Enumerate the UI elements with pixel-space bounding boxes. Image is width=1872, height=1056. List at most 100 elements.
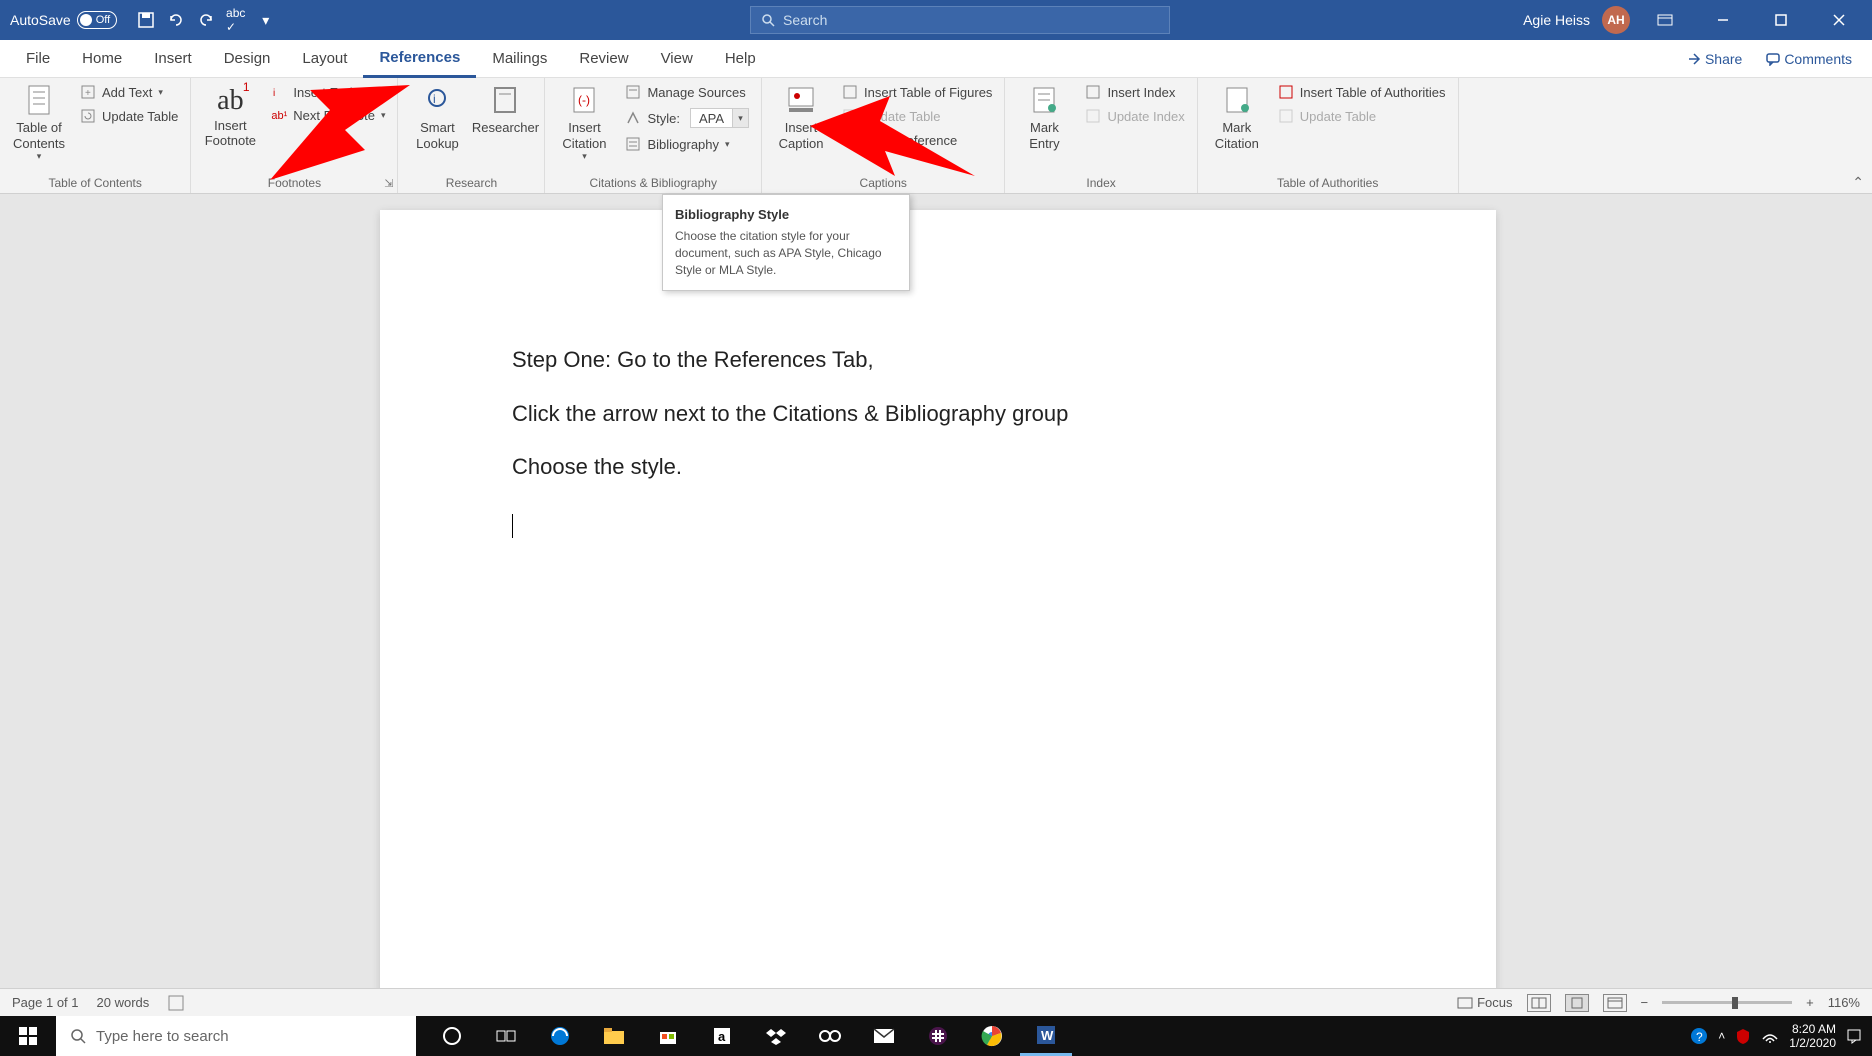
security-icon[interactable]: [1735, 1028, 1751, 1044]
tab-help[interactable]: Help: [709, 40, 772, 78]
search-box[interactable]: Search: [750, 6, 1170, 34]
collapse-ribbon-icon[interactable]: ⌃: [1852, 174, 1864, 191]
toc-button[interactable]: Table of Contents ▾: [8, 82, 70, 164]
update-icon: [1278, 108, 1294, 124]
redo-icon[interactable]: [197, 11, 215, 29]
tab-file[interactable]: File: [10, 40, 66, 78]
tab-mailings[interactable]: Mailings: [476, 40, 563, 78]
undo-icon[interactable]: [167, 11, 185, 29]
spellcheck-icon[interactable]: abc✓: [227, 11, 245, 29]
file-explorer-icon[interactable]: [588, 1016, 640, 1056]
update-icon: [80, 108, 96, 124]
tooltip-body: Choose the citation style for your docum…: [675, 228, 897, 278]
tray-chevron-icon[interactable]: ˄: [1718, 1029, 1725, 1043]
page-indicator[interactable]: Page 1 of 1: [12, 995, 79, 1010]
mark-entry-button[interactable]: Mark Entry: [1013, 82, 1075, 153]
title-right: Agie Heiss AH: [1513, 0, 1872, 40]
document-page[interactable]: Step One: Go to the References Tab, Clic…: [380, 210, 1496, 988]
edge-icon[interactable]: [534, 1016, 586, 1056]
minimize-icon[interactable]: [1700, 0, 1746, 40]
maximize-icon[interactable]: [1758, 0, 1804, 40]
notifications-icon[interactable]: [1846, 1028, 1862, 1044]
insert-index-button[interactable]: Insert Index: [1081, 82, 1188, 102]
start-button[interactable]: [0, 1016, 56, 1056]
add-text-button[interactable]: + Add Text ▾: [76, 82, 182, 102]
taskbar: Type here to search a W ? ˄ 8:20 AM 1/2/…: [0, 1016, 1872, 1056]
zoom-slider[interactable]: [1662, 1001, 1792, 1004]
group-label-research: Research: [406, 173, 536, 193]
svg-text:W: W: [1041, 1028, 1054, 1043]
group-toa: Mark Citation Insert Table of Authoritie…: [1198, 78, 1459, 193]
focus-icon: [1457, 997, 1473, 1009]
share-button[interactable]: Share: [1677, 47, 1752, 71]
mark-citation-button[interactable]: Mark Citation: [1206, 82, 1268, 153]
autosave-switch[interactable]: Off: [77, 11, 117, 29]
web-layout-icon[interactable]: [1603, 994, 1627, 1012]
dropbox-icon[interactable]: [750, 1016, 802, 1056]
tab-review[interactable]: Review: [563, 40, 644, 78]
wifi-icon[interactable]: [1761, 1029, 1779, 1043]
store-icon[interactable]: [642, 1016, 694, 1056]
amazon-icon[interactable]: a: [696, 1016, 748, 1056]
update-table-button[interactable]: Update Table: [76, 106, 182, 126]
mark-citation-icon: [1221, 84, 1253, 116]
zoom-out-button[interactable]: −: [1641, 995, 1649, 1010]
qat-customize-icon[interactable]: ▾: [257, 11, 275, 29]
autosave-state: Off: [96, 14, 110, 26]
word-count[interactable]: 20 words: [97, 995, 150, 1010]
bibliography-style-tooltip: Bibliography Style Choose the citation s…: [662, 194, 910, 291]
red-arrow-annotation-1: [250, 70, 420, 190]
red-arrow-annotation-2: [800, 76, 980, 196]
zoom-level[interactable]: 116%: [1828, 995, 1860, 1010]
tab-insert[interactable]: Insert: [138, 40, 208, 78]
insert-toa-button[interactable]: Insert Table of Authorities: [1274, 82, 1450, 102]
autosave-toggle[interactable]: AutoSave Off: [0, 11, 127, 29]
user-name: Agie Heiss: [1523, 12, 1590, 28]
taskbar-search[interactable]: Type here to search: [56, 1016, 416, 1056]
svg-text:a: a: [718, 1029, 726, 1044]
group-citations: (-) Insert Citation ▾ Manage Sources Sty…: [545, 78, 762, 193]
comment-icon: [1766, 52, 1780, 66]
insert-citation-button[interactable]: (-) Insert Citation ▾: [553, 82, 615, 164]
document-area[interactable]: Step One: Go to the References Tab, Clic…: [0, 194, 1872, 988]
task-view-icon[interactable]: [480, 1016, 532, 1056]
share-icon: [1687, 52, 1701, 66]
zoom-in-button[interactable]: +: [1806, 995, 1814, 1010]
style-dropdown[interactable]: APA ▾: [690, 108, 749, 128]
group-research: i Smart Lookup Researcher Research: [398, 78, 545, 193]
autosave-label: AutoSave: [10, 12, 71, 28]
book-icon: [489, 84, 521, 116]
focus-mode-button[interactable]: Focus: [1457, 995, 1512, 1010]
bibliography-button[interactable]: Bibliography ▾: [621, 134, 753, 154]
update-icon: [1085, 108, 1101, 124]
read-mode-icon[interactable]: [1527, 994, 1551, 1012]
bibliography-icon: [625, 136, 641, 152]
help-icon[interactable]: ?: [1690, 1027, 1708, 1045]
print-layout-icon[interactable]: [1565, 994, 1589, 1012]
tab-home[interactable]: Home: [66, 40, 138, 78]
ribbon-display-icon[interactable]: [1642, 0, 1688, 40]
clock[interactable]: 8:20 AM 1/2/2020: [1789, 1022, 1836, 1051]
tab-view[interactable]: View: [645, 40, 709, 78]
mark-entry-icon: [1028, 84, 1060, 116]
researcher-button[interactable]: Researcher: [474, 82, 536, 138]
slack-icon[interactable]: [912, 1016, 964, 1056]
spellcheck-status-icon[interactable]: [167, 994, 185, 1012]
update-index-button: Update Index: [1081, 106, 1188, 126]
word-icon[interactable]: W: [1020, 1016, 1072, 1056]
save-icon[interactable]: [137, 11, 155, 29]
user-avatar[interactable]: AH: [1602, 6, 1630, 34]
chrome-icon[interactable]: [966, 1016, 1018, 1056]
close-icon[interactable]: [1816, 0, 1862, 40]
svg-text:(-): (-): [578, 93, 590, 107]
svg-text:i: i: [433, 92, 436, 106]
system-tray: ? ˄ 8:20 AM 1/2/2020: [1680, 1022, 1872, 1051]
app-icon-1[interactable]: [804, 1016, 856, 1056]
chevron-down-icon[interactable]: ▾: [732, 109, 748, 127]
mail-icon[interactable]: [858, 1016, 910, 1056]
citation-style-select[interactable]: Style: APA ▾: [621, 106, 753, 130]
group-label-toa: Table of Authorities: [1206, 173, 1450, 193]
manage-sources-button[interactable]: Manage Sources: [621, 82, 753, 102]
comments-button[interactable]: Comments: [1756, 47, 1862, 71]
cortana-icon[interactable]: [426, 1016, 478, 1056]
